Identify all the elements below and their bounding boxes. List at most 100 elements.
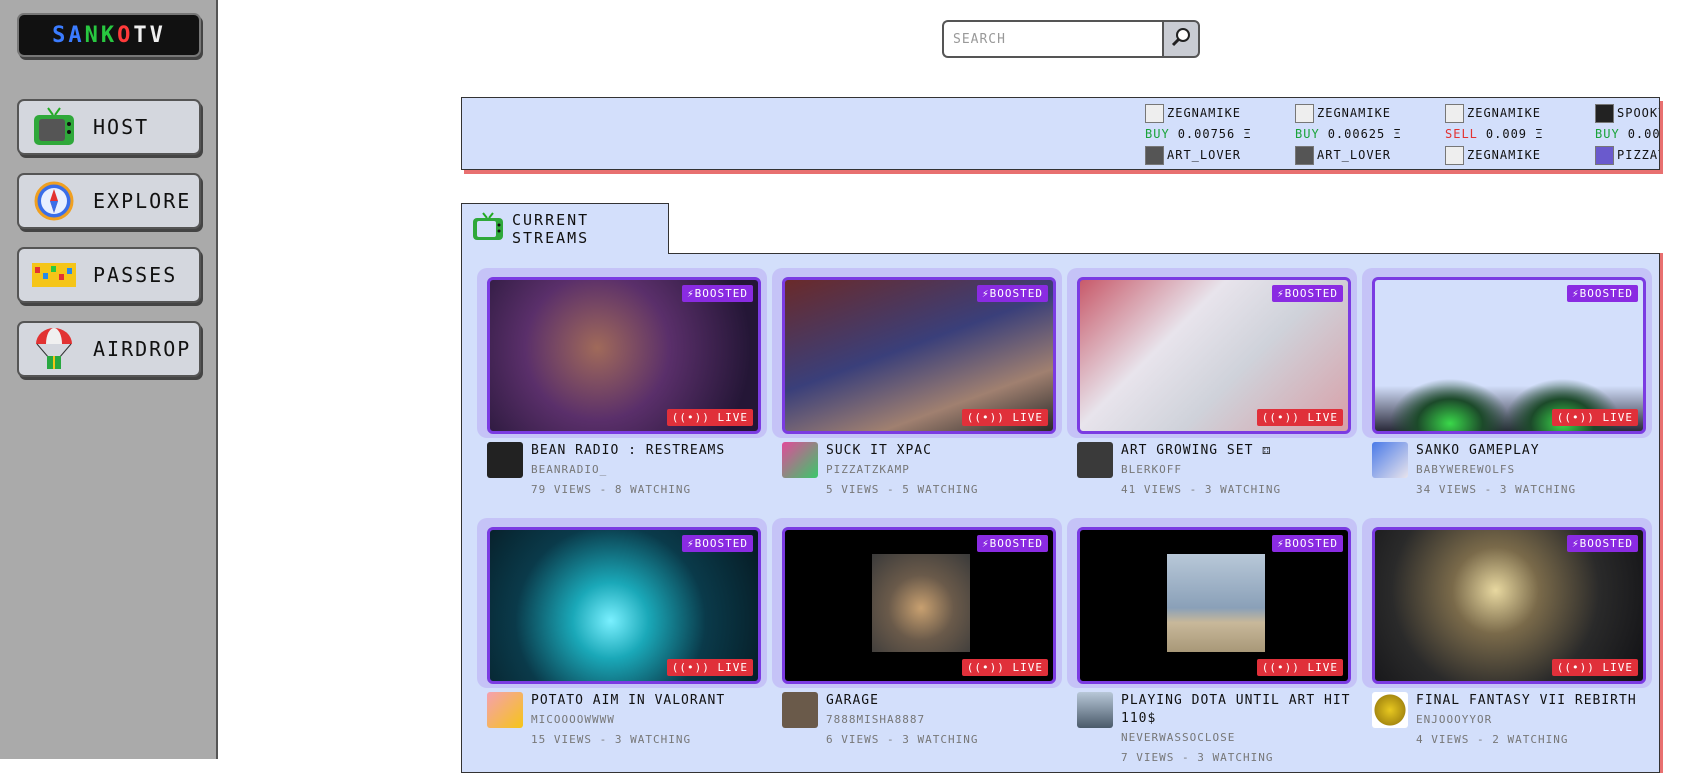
search-input[interactable] (942, 20, 1162, 58)
stream-card[interactable]: ⚡ BOOSTED ((•)) LIVE SANKO GAMEPLAY BABYW… (1362, 268, 1652, 516)
trade-amount: 0.009 Ξ (1485, 127, 1544, 141)
sankotv-logo[interactable]: SA NK O TV (17, 13, 201, 57)
live-badge: ((•)) LIVE (666, 659, 753, 676)
streamer-avatar[interactable] (782, 442, 818, 478)
trade-item[interactable]: ZEGNAMIKE BUY 0.00756 Ξ ART_LOVER (1145, 103, 1295, 166)
tab-current-streams[interactable]: CURRENT STREAMS (461, 203, 669, 254)
live-label: LIVE (1012, 661, 1043, 674)
stream-title[interactable]: PLAYING DOTA UNTIL ART HIT 110$ (1121, 692, 1355, 728)
boosted-badge: ⚡ BOOSTED (1567, 535, 1638, 552)
stream-card[interactable]: ⚡ BOOSTED ((•)) LIVE POTATO AIM IN VALORA… (477, 518, 767, 766)
streams-panel: ⚡ BOOSTED ((•)) LIVE BEAN RADIO : RESTREA… (461, 253, 1660, 773)
broadcast-icon: ((•)) (966, 411, 1013, 424)
boosted-label: BOOSTED (1579, 537, 1633, 550)
avatar-icon (1295, 104, 1314, 123)
stream-info: SUCK IT XPAC PIZZATZKAMP 5 VIEWS - 5 WAT… (782, 442, 1060, 500)
nav-explore-button[interactable]: EXPLORE (17, 173, 201, 229)
stream-info: PLAYING DOTA UNTIL ART HIT 110$ NEVERWAS… (1077, 692, 1355, 768)
live-label: LIVE (1307, 411, 1338, 424)
boosted-label: BOOSTED (989, 287, 1043, 300)
streamer-name[interactable]: BABYWEREWOLFS (1416, 460, 1650, 480)
stream-thumbnail[interactable]: ⚡ BOOSTED ((•)) LIVE (782, 277, 1056, 434)
broadcast-icon: ((•)) (1261, 411, 1308, 424)
stream-title[interactable]: SANKO GAMEPLAY (1416, 442, 1650, 460)
stream-thumbnail[interactable]: ⚡ BOOSTED ((•)) LIVE (782, 527, 1056, 684)
stream-thumbnail[interactable]: ⚡ BOOSTED ((•)) LIVE (487, 277, 761, 434)
stream-title[interactable]: GARAGE (826, 692, 1060, 710)
streamer-name[interactable]: BLERKOFF (1121, 460, 1355, 480)
stream-thumbnail[interactable]: ⚡ BOOSTED ((•)) LIVE (1372, 527, 1646, 684)
stream-info: POTATO AIM IN VALORANT MICOOOOWWWW 15 VI… (487, 692, 765, 750)
bolt-icon: ⚡ (1572, 287, 1580, 300)
nav-airdrop-button[interactable]: AIRDROP (17, 321, 201, 377)
live-badge: ((•)) LIVE (1256, 409, 1343, 426)
stream-card[interactable]: ⚡ BOOSTED ((•)) LIVE PLAYING DOTA UNTIL A… (1067, 518, 1357, 766)
stream-thumbnail[interactable]: ⚡ BOOSTED ((•)) LIVE (1372, 277, 1646, 434)
stream-image (872, 554, 970, 652)
boosted-badge: ⚡ BOOSTED (1567, 285, 1638, 302)
avatar-icon (1595, 104, 1614, 123)
stream-title[interactable]: BEAN RADIO : RESTREAMS (531, 442, 765, 460)
broadcast-icon: ((•)) (1556, 661, 1603, 674)
stream-card[interactable]: ⚡ BOOSTED ((•)) LIVE GARAGE 7888MISHA8887… (772, 518, 1062, 766)
stream-title[interactable]: FINAL FANTASY VII REBIRTH (1416, 692, 1650, 710)
trade-item[interactable]: ZEGNAMIKE SELL 0.009 Ξ ZEGNAMIKE (1445, 103, 1595, 166)
stream-thumbnail[interactable]: ⚡ BOOSTED ((•)) LIVE (1077, 527, 1351, 684)
stream-stats: 5 VIEWS - 5 WATCHING (826, 483, 979, 496)
compass-icon (31, 178, 77, 224)
streamer-name[interactable]: PIZZATZKAMP (826, 460, 1060, 480)
stream-info: ART GROWING SET ⚃ BLERKOFF 41 VIEWS - 3 … (1077, 442, 1355, 500)
trade-buyer: ART_LOVER (1317, 148, 1392, 162)
broadcast-icon: ((•)) (1556, 411, 1603, 424)
broadcast-icon: ((•)) (671, 411, 718, 424)
streamer-avatar[interactable] (1077, 442, 1113, 478)
nav-passes-button[interactable]: PASSES (17, 247, 201, 303)
search-button[interactable] (1162, 20, 1200, 58)
stream-thumbnail[interactable]: ⚡ BOOSTED ((•)) LIVE (487, 527, 761, 684)
logo-part-2: NK (84, 22, 118, 48)
stream-card[interactable]: ⚡ BOOSTED ((•)) LIVE BEAN RADIO : RESTREA… (477, 268, 767, 516)
stream-thumbnail[interactable]: ⚡ BOOSTED ((•)) LIVE (1077, 277, 1351, 434)
streamer-avatar[interactable] (487, 442, 523, 478)
live-label: LIVE (1012, 411, 1043, 424)
stream-title[interactable]: POTATO AIM IN VALORANT (531, 692, 765, 710)
stream-card[interactable]: ⚡ BOOSTED ((•)) LIVE FINAL FANTASY VII RE… (1362, 518, 1652, 766)
streamer-avatar[interactable] (1372, 442, 1408, 478)
trade-item[interactable]: SPOOKY BUY 0.0062 PIZZAT (1595, 103, 1659, 166)
trade-buyer: PIZZAT (1617, 148, 1659, 162)
logo-part-1: SA (52, 22, 85, 48)
nav-explore-label: EXPLORE (93, 189, 192, 213)
avatar-icon (1145, 146, 1164, 165)
nav-host-button[interactable]: HOST (17, 99, 201, 155)
trade-item[interactable]: ZEGNAMIKE BUY 0.00625 Ξ ART_LOVER (1295, 103, 1445, 166)
streamer-name[interactable]: ENJOOOYYOR (1416, 710, 1650, 730)
streamer-avatar[interactable] (487, 692, 523, 728)
streamer-name[interactable]: MICOOOOWWWW (531, 710, 765, 730)
parachute-gift-icon (31, 326, 77, 372)
streamer-name[interactable]: 7888MISHA8887 (826, 710, 1060, 730)
bolt-icon: ⚡ (687, 537, 695, 550)
boosted-badge: ⚡ BOOSTED (1272, 535, 1343, 552)
streamer-name[interactable]: NEVERWASSOCLOSE (1121, 728, 1355, 748)
live-badge: ((•)) LIVE (1551, 409, 1638, 426)
live-badge: ((•)) LIVE (1551, 659, 1638, 676)
streamer-avatar[interactable] (1372, 692, 1408, 728)
streamer-avatar[interactable] (1077, 692, 1113, 728)
live-label: LIVE (1602, 411, 1633, 424)
stream-card[interactable]: ⚡ BOOSTED ((•)) LIVE SUCK IT XPAC PIZZATZ… (772, 268, 1062, 516)
avatar-icon (1595, 146, 1614, 165)
streamer-name[interactable]: BEANRADIO_ (531, 460, 765, 480)
stream-title[interactable]: SUCK IT XPAC (826, 442, 1060, 460)
avatar-icon (1295, 146, 1314, 165)
live-badge: ((•)) LIVE (961, 659, 1048, 676)
boosted-label: BOOSTED (1284, 537, 1338, 550)
boosted-label: BOOSTED (694, 287, 748, 300)
stream-title[interactable]: ART GROWING SET ⚃ (1121, 442, 1355, 460)
stream-stats: 4 VIEWS - 2 WATCHING (1416, 733, 1569, 746)
stream-image (1167, 554, 1265, 652)
stream-card[interactable]: ⚡ BOOSTED ((•)) LIVE ART GROWING SET ⚃ BL… (1067, 268, 1357, 516)
streamer-avatar[interactable] (782, 692, 818, 728)
stream-stats: 15 VIEWS - 3 WATCHING (531, 733, 692, 746)
boosted-badge: ⚡ BOOSTED (977, 535, 1048, 552)
stream-info: BEAN RADIO : RESTREAMS BEANRADIO_ 79 VIE… (487, 442, 765, 500)
